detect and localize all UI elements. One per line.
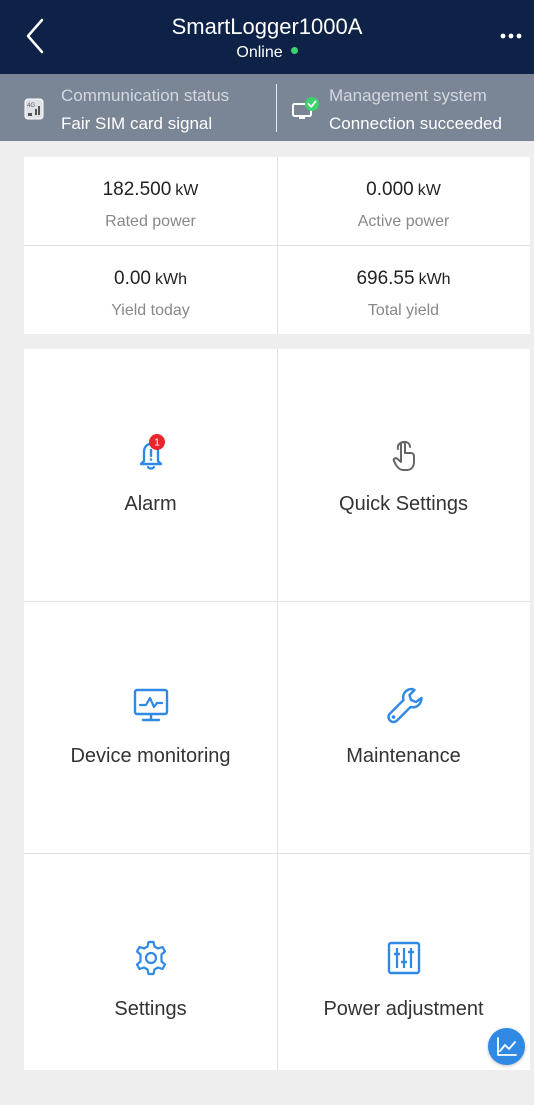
stat-unit: kW <box>175 182 199 199</box>
monitor-icon <box>133 688 168 722</box>
stat-value: 0.00 <box>114 268 151 289</box>
stat-value: 0.000 <box>366 179 414 200</box>
stat-unit: kWh <box>418 271 451 288</box>
stat-label: Yield today <box>111 302 190 319</box>
sim-signal-icon: 4G <box>24 98 44 120</box>
stat-value: 696.55 <box>356 268 415 289</box>
bell-icon: 1 <box>139 434 165 470</box>
more-options-button[interactable] <box>498 26 524 46</box>
touch-icon <box>392 441 415 471</box>
management-system-label: Management system <box>329 86 487 105</box>
alarm-tile[interactable]: 1 Alarm <box>24 349 277 600</box>
top-bar: SmartLogger1000A Online <box>0 0 534 74</box>
trend-chart-button[interactable] <box>488 1028 525 1065</box>
line-chart-icon <box>497 1037 517 1056</box>
maintenance-tile[interactable]: Maintenance <box>277 601 530 852</box>
quick-settings-label: Quick Settings <box>339 493 468 515</box>
online-dot-icon <box>290 47 298 55</box>
settings-label: Settings <box>114 998 187 1020</box>
communication-status[interactable]: 4G Communication status Fair SIM card si… <box>0 74 276 141</box>
stat-active-power: 0.000 kW Active power <box>277 157 530 245</box>
communication-status-label: Communication status <box>61 86 230 105</box>
svg-text:4G: 4G <box>27 103 35 109</box>
power-adjustment-tile[interactable]: Power adjustment <box>277 854 530 1105</box>
maintenance-label: Maintenance <box>346 745 461 767</box>
management-system[interactable]: Management system Connection succeeded <box>277 74 534 141</box>
stat-unit: kW <box>417 182 441 199</box>
sliders-icon <box>387 941 420 975</box>
stats-panel: 182.500 kW Rated power 0.000 kW Active pow… <box>24 157 530 334</box>
device-monitoring-label: Device monitoring <box>70 745 231 767</box>
management-connected-icon <box>292 97 319 119</box>
alarm-label: Alarm <box>124 493 177 515</box>
gear-icon <box>135 940 166 976</box>
settings-tile[interactable]: Settings <box>24 854 277 1105</box>
alarm-badge: 1 <box>154 438 160 449</box>
communication-status-value: Fair SIM card signal <box>61 114 213 133</box>
more-dots-icon <box>500 33 522 39</box>
wrench-icon <box>386 687 423 724</box>
status-text: Online <box>236 44 283 61</box>
connection-status: Online <box>0 44 534 62</box>
menu-grid: 1 Alarm Quick Settings Device monitoring… <box>24 349 530 1070</box>
stat-value: 182.500 <box>102 179 172 200</box>
management-system-value: Connection succeeded <box>329 114 502 133</box>
stat-unit: kWh <box>154 271 187 288</box>
power-adjustment-label: Power adjustment <box>323 998 484 1020</box>
quick-settings-tile[interactable]: Quick Settings <box>277 349 530 600</box>
stat-label: Active power <box>357 213 450 230</box>
stat-label: Rated power <box>105 213 196 230</box>
stat-label: Total yield <box>367 302 440 319</box>
stat-yield-today: 0.00 kWh Yield today <box>24 246 277 334</box>
stat-rated-power: 182.500 kW Rated power <box>24 157 277 245</box>
device-monitoring-tile[interactable]: Device monitoring <box>24 601 277 852</box>
stat-total-yield: 696.55 kWh Total yield <box>277 246 530 334</box>
status-info-bar: 4G Communication status Fair SIM card si… <box>0 74 534 141</box>
page-title: SmartLogger1000A <box>171 14 363 39</box>
